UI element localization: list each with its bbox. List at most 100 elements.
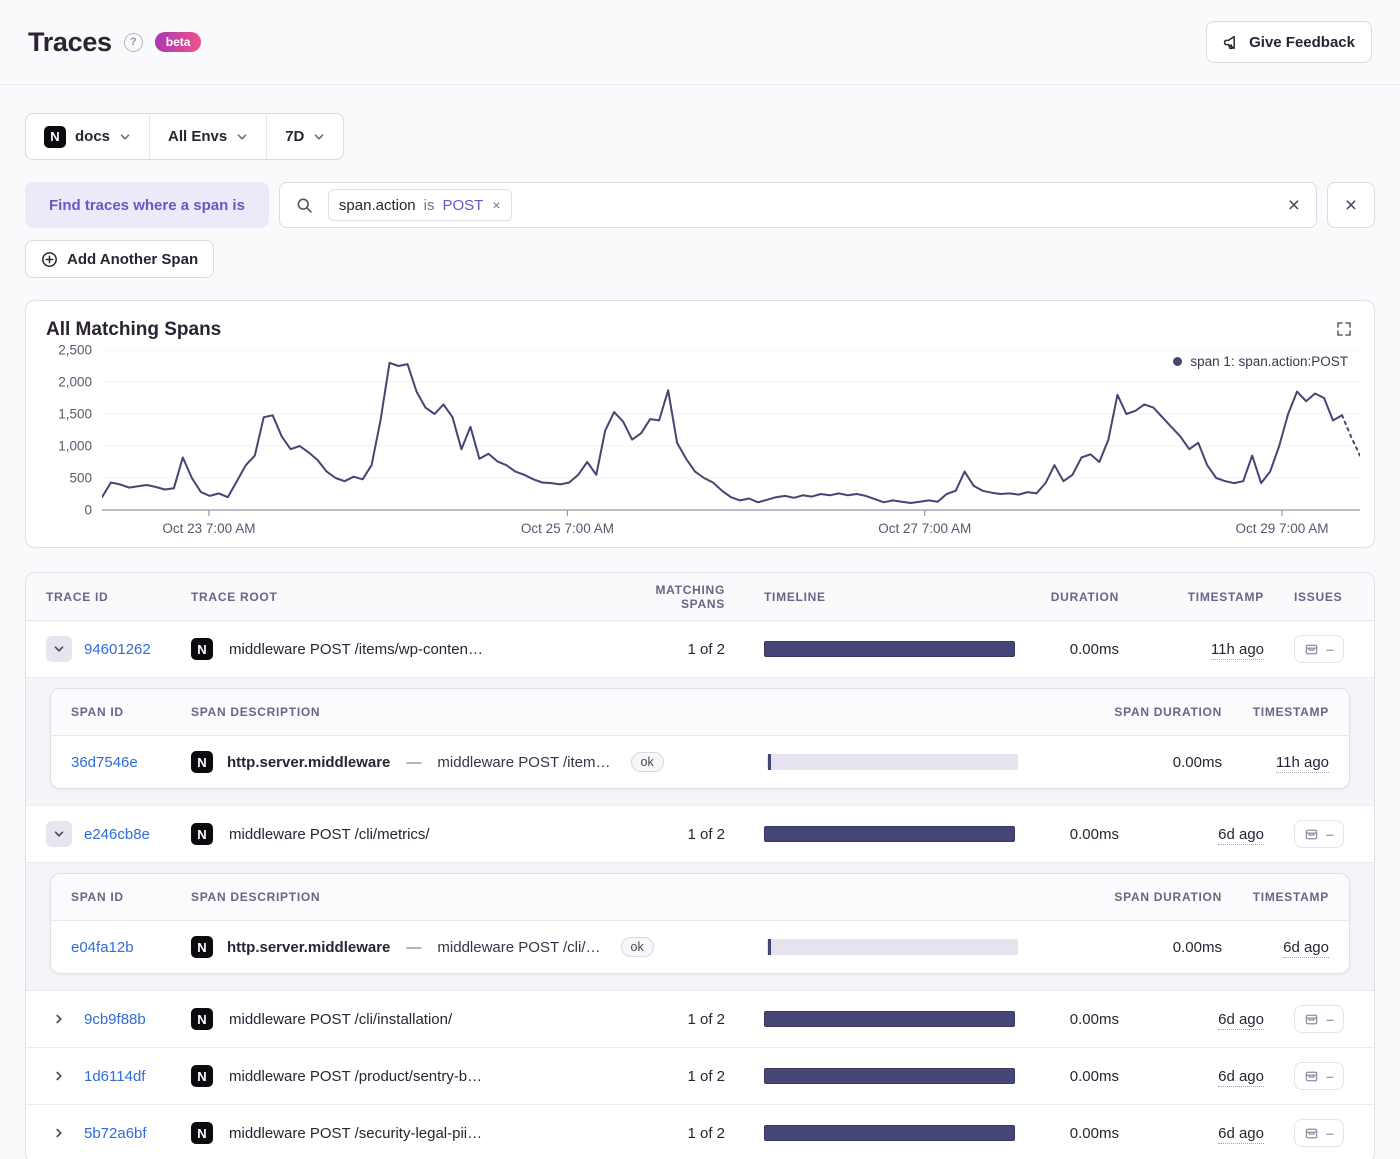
span-op: http.server.middleware — [227, 938, 391, 956]
span-description: middleware POST /item… — [437, 753, 611, 771]
span-timeline-bar[interactable] — [767, 939, 1018, 955]
col-span-id: SPAN ID — [71, 705, 124, 719]
trace-duration: 0.00ms — [1069, 1124, 1119, 1142]
nextjs-icon: N — [191, 1008, 213, 1030]
matching-spans: 1 of 2 — [687, 1067, 725, 1085]
trace-timestamp[interactable]: 6d ago — [1218, 825, 1264, 845]
timeline-bar[interactable] — [764, 1125, 1015, 1141]
expanded-spans-section: SPAN ID SPAN DESCRIPTION SPAN DURATION T… — [26, 678, 1374, 806]
issues-button[interactable]: – — [1294, 1005, 1344, 1033]
search-filter-chip[interactable]: span.action is POST × — [327, 189, 512, 221]
trace-root: middleware POST /items/wp-conten… — [229, 640, 483, 658]
timeline-bar[interactable] — [764, 1011, 1015, 1027]
expand-row-button[interactable] — [46, 1063, 72, 1089]
col-issues: ISSUES — [1294, 589, 1343, 604]
expand-row-button[interactable] — [46, 1006, 72, 1032]
timeline-bar[interactable] — [764, 1068, 1015, 1084]
chart-plot-svg[interactable] — [102, 350, 1360, 517]
y-tick-label: 0 — [84, 502, 92, 518]
trace-duration: 0.00ms — [1069, 640, 1119, 658]
expand-chart-button[interactable] — [1334, 319, 1354, 342]
environment-filter-label: All Envs — [168, 128, 228, 145]
environment-filter[interactable]: All Envs — [150, 114, 266, 159]
issues-box-icon — [1305, 1128, 1318, 1138]
col-trace-root: TRACE ROOT — [191, 589, 278, 604]
project-filter[interactable]: N docs — [26, 114, 149, 159]
span-timestamp[interactable]: 11h ago — [1275, 753, 1329, 773]
issues-button[interactable]: – — [1294, 635, 1344, 663]
issues-button[interactable]: – — [1294, 820, 1344, 848]
megaphone-icon — [1223, 35, 1236, 49]
col-span-description: SPAN DESCRIPTION — [191, 890, 321, 904]
y-tick-label: 2,000 — [58, 374, 92, 390]
span-duration: 0.00ms — [1172, 753, 1222, 771]
page-header: Traces ? beta Give Feedback — [0, 0, 1400, 85]
col-span-id: SPAN ID — [71, 890, 124, 904]
trace-root: middleware POST /cli/installation/ — [229, 1010, 453, 1028]
remove-span-filter-button[interactable]: × — [1327, 182, 1375, 228]
issues-box-icon — [1305, 644, 1318, 654]
chart-y-axis: 2,500 2,000 1,500 1,000 500 0 — [32, 343, 102, 518]
issues-button[interactable]: – — [1294, 1062, 1344, 1090]
add-another-span-button[interactable]: Add Another Span — [25, 240, 215, 278]
trace-id-link[interactable]: 1d6114df — [84, 1068, 145, 1085]
collapse-row-button[interactable] — [46, 636, 72, 662]
help-icon[interactable]: ? — [123, 32, 143, 52]
chevron-right-icon — [56, 1071, 62, 1081]
chart-x-axis: Oct 23 7:00 AM Oct 25 7:00 AM Oct 27 7:0… — [102, 517, 1360, 541]
span-subtable: SPAN ID SPAN DESCRIPTION SPAN DURATION T… — [50, 688, 1350, 789]
nextjs-icon: N — [191, 1065, 213, 1087]
span-id-link[interactable]: 36d7546e — [71, 754, 191, 771]
issues-count-empty: – — [1326, 1125, 1334, 1141]
chart-x-label: Oct 29 7:00 AM — [1235, 521, 1329, 536]
trace-id-link[interactable]: 94601262 — [84, 641, 151, 658]
trace-timestamp[interactable]: 11h ago — [1210, 640, 1264, 660]
date-range-filter[interactable]: 7D — [267, 114, 343, 159]
search-clear-icon[interactable]: × — [1288, 195, 1300, 216]
y-tick-label: 2,500 — [58, 342, 92, 358]
span-row: 36d7546e N http.server.middleware — midd… — [51, 736, 1349, 788]
col-span-timestamp: TIMESTAMP — [1252, 890, 1329, 904]
expand-row-button[interactable] — [46, 1120, 72, 1146]
chevron-right-icon — [56, 1014, 62, 1024]
trace-id-link[interactable]: e246cb8e — [84, 826, 150, 843]
give-feedback-button[interactable]: Give Feedback — [1206, 21, 1372, 63]
issues-box-icon — [1305, 1014, 1318, 1024]
feedback-label: Give Feedback — [1249, 33, 1355, 51]
span-timeline-bar[interactable] — [767, 754, 1018, 770]
issues-count-empty: – — [1326, 826, 1334, 842]
beta-badge: beta — [154, 32, 202, 52]
chevron-down-icon — [54, 831, 64, 837]
y-tick-label: 1,000 — [58, 438, 92, 454]
chart-plot-area[interactable]: Oct 23 7:00 AM Oct 25 7:00 AM Oct 27 7:0… — [102, 350, 1360, 541]
span-description: middleware POST /cli/… — [437, 938, 601, 956]
span-header-row: SPAN ID SPAN DESCRIPTION SPAN DURATION T… — [51, 689, 1349, 736]
page-title: Traces — [28, 26, 112, 57]
span-id-link[interactable]: e04fa12b — [71, 939, 191, 956]
project-filter-label: docs — [75, 128, 111, 145]
chip-key: span.action — [338, 196, 416, 214]
col-timestamp: TIMESTAMP — [1187, 589, 1264, 604]
trace-row: 1d6114df N middleware POST /product/sent… — [26, 1048, 1374, 1105]
trace-row: 9cb9f88b N middleware POST /cli/installa… — [26, 991, 1374, 1048]
separator: — — [406, 753, 422, 771]
chevron-right-icon — [56, 1128, 62, 1138]
timeline-bar[interactable] — [764, 826, 1015, 842]
span-search-bar[interactable]: span.action is POST × × — [278, 182, 1317, 228]
trace-root: middleware POST /product/sentry-b… — [229, 1067, 483, 1085]
timeline-bar[interactable] — [764, 641, 1015, 657]
trace-duration: 0.00ms — [1069, 1010, 1119, 1028]
trace-timestamp[interactable]: 6d ago — [1218, 1010, 1264, 1030]
collapse-row-button[interactable] — [46, 821, 72, 847]
trace-timestamp[interactable]: 6d ago — [1218, 1124, 1264, 1144]
fullscreen-icon — [1337, 322, 1351, 336]
chip-remove-icon[interactable]: × — [491, 197, 500, 213]
trace-id-link[interactable]: 9cb9f88b — [84, 1011, 146, 1028]
trace-timestamp[interactable]: 6d ago — [1218, 1067, 1264, 1087]
issues-button[interactable]: – — [1294, 1119, 1344, 1147]
trace-row: 94601262 N middleware POST /items/wp-con… — [26, 621, 1374, 678]
add-span-label: Add Another Span — [67, 250, 199, 268]
span-timestamp[interactable]: 6d ago — [1283, 938, 1329, 958]
trace-id-link[interactable]: 5b72a6bf — [84, 1125, 147, 1142]
issues-box-icon — [1305, 1071, 1318, 1081]
